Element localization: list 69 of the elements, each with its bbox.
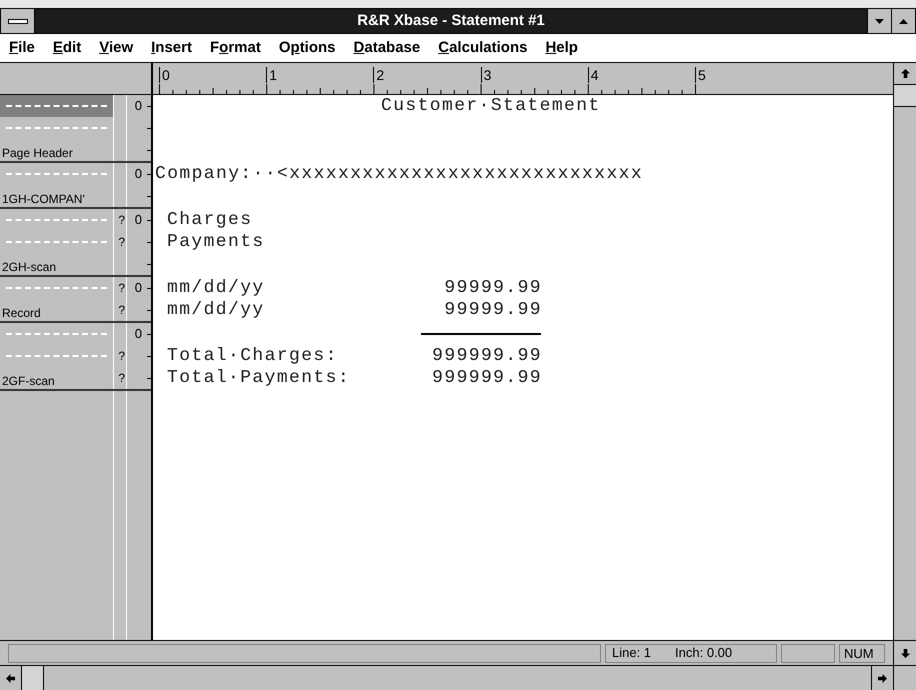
num-lock-indicator: NUM [839, 644, 885, 662]
band-label: Page Header [2, 146, 73, 160]
question-mark: ? [118, 371, 125, 385]
ruler-number: 2 [373, 67, 481, 83]
minimize-icon [875, 18, 884, 24]
ruler-number: 1 [266, 67, 374, 83]
line-indicator: Line: 1 [612, 644, 652, 662]
horizontal-scroll-thumb[interactable] [22, 666, 44, 690]
menu-item[interactable]: View [90, 36, 142, 60]
menu-item[interactable]: File [0, 36, 44, 60]
line-number: 0 [134, 325, 142, 344]
down-arrow-icon [900, 648, 910, 658]
band-label-cell[interactable]: 2GF-scan [0, 323, 113, 389]
menu-item[interactable]: Edit [44, 36, 90, 60]
scroll-thumb[interactable] [894, 85, 916, 107]
left-arrow-icon [6, 674, 15, 682]
band-label: 1GH-COMPAN' [2, 192, 85, 206]
report-label: Total·Payments: [167, 367, 352, 389]
amount-field: 999999.99 [407, 367, 542, 389]
band-label-cell[interactable]: Record [0, 277, 113, 321]
amount-field: 99999.99 [407, 299, 542, 321]
report-label: Payments [167, 231, 265, 253]
amount-field: 999999.99 [407, 345, 542, 367]
maximize-icon [899, 18, 908, 24]
menu-item[interactable]: Database [344, 36, 430, 60]
line-number: 0 [134, 97, 142, 116]
band-label-cell[interactable]: 2GH-scan [0, 209, 113, 275]
line-number: 0 [134, 165, 142, 184]
menu-item[interactable]: Insert [142, 36, 201, 60]
report-title: Customer·Statement [381, 95, 601, 117]
band-label: 2GF-scan [2, 374, 55, 388]
question-mark: ? [118, 349, 125, 363]
report-label: mm/dd/yy [167, 277, 266, 299]
minimize-button[interactable] [867, 9, 891, 33]
ruler-number: 3 [480, 67, 588, 83]
band-label: 2GH-scan [2, 260, 56, 274]
status-panel [781, 644, 835, 662]
band-label-cell[interactable]: Page Header [0, 95, 113, 161]
horizontal-scrollbar[interactable] [0, 665, 916, 690]
question-mark: ? [118, 281, 125, 295]
band-label: Record [2, 306, 41, 320]
report-label: Total·Charges: [167, 345, 339, 367]
line-number: 0 [134, 279, 142, 298]
amount-field: 99999.99 [407, 277, 542, 299]
inch-indicator: Inch: 0.00 [675, 644, 732, 662]
system-menu-icon [8, 18, 28, 24]
up-arrow-icon [900, 69, 910, 78]
company-field: Company:··<xxxxxxxxxxxxxxxxxxxxxxxxxxxxx [155, 163, 644, 185]
menu-item[interactable]: Options [270, 36, 345, 60]
right-arrow-icon [878, 674, 887, 682]
ruler-number: 4 [588, 67, 695, 83]
question-mark: ? [118, 303, 125, 317]
question-mark: ? [118, 235, 125, 249]
vertical-scrollbar[interactable] [893, 63, 916, 640]
ruler-number: 0 [159, 67, 266, 83]
question-mark: ? [118, 213, 125, 227]
band-label-cell[interactable]: 1GH-COMPAN' [0, 163, 113, 207]
menu-item[interactable]: Format [200, 36, 270, 60]
maximize-button[interactable] [891, 9, 915, 33]
flag-column [113, 95, 127, 161]
ruler-number: 5 [694, 67, 802, 83]
report-label: Charges [167, 209, 252, 231]
window-title: R&R Xbase - Statement #1 [356, 10, 546, 31]
system-menu-button[interactable] [1, 9, 35, 33]
report-label: mm/dd/yy [167, 299, 266, 321]
flag-column [113, 163, 127, 207]
menu-item[interactable]: Help [536, 36, 587, 60]
line-number: 0 [134, 211, 142, 230]
menu-item[interactable]: Calculations [429, 36, 536, 60]
